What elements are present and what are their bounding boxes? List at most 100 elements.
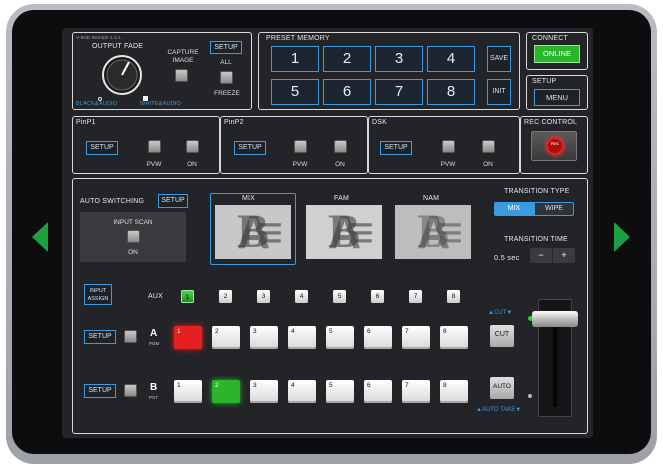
preset-2-button[interactable]: 2 [323,46,371,72]
preset-6-button[interactable]: 6 [323,79,371,105]
input-scan-on-label: ON [128,249,138,256]
fam-thumb[interactable]: B A≡ [306,205,382,259]
pinp2-on-button[interactable] [334,140,347,153]
a-bus-letter: A [150,328,158,339]
a-bus-toggle-button[interactable] [124,330,137,343]
a-bus-button-4[interactable]: 4 [288,326,316,349]
aux-button-4[interactable]: 4 [295,290,308,303]
pinp2-setup-button[interactable]: SETUP [234,141,266,155]
b-bus-button-6[interactable]: 6 [364,380,392,403]
aux-button-3[interactable]: 3 [257,290,270,303]
t-bar-bottom-led-icon [528,394,532,398]
preset-8-button[interactable]: 8 [427,79,475,105]
b-bus-button-8[interactable]: 8 [440,380,468,403]
transition-time-minus-button[interactable]: − [530,248,552,263]
pinp2-pvw-button[interactable] [294,140,307,153]
white-audio-label: WHITE&AUDIO [140,101,182,107]
transition-time-plus-button[interactable]: + [553,248,575,263]
transition-mix-button[interactable]: MIX [494,202,534,216]
pinp2-pvw-label: PVW [292,161,308,168]
preset-memory-title: PRESET MEMORY [266,35,330,42]
mix-thumb: B A≡ [215,205,291,259]
b-bus-toggle-button[interactable] [124,384,137,397]
pinp1-setup-button[interactable]: SETUP [86,141,118,155]
aux-button-8[interactable]: 8 [447,290,460,303]
input-scan-label: INPUT SCAN [113,219,153,226]
nam-thumb-label: NAM [423,195,440,202]
capture-button[interactable] [175,69,188,82]
preset-5-button[interactable]: 5 [271,79,319,105]
dsk-pvw-button[interactable] [442,140,455,153]
pinp1-pvw-label: PVW [146,161,162,168]
auto-switching-setup-button[interactable]: SETUP [158,194,188,208]
remote-screen: V-8HD Remote 1.0.1 OUTPUT FADE BLACK&AUD… [62,28,593,438]
dsk-on-label: ON [483,161,493,168]
pinp2-title: PinP2 [224,119,244,126]
aux-button-2[interactable]: 2 [219,290,232,303]
top-setup-button[interactable]: SETUP [210,41,242,54]
online-button[interactable]: ONLINE [534,45,580,63]
preset-4-button[interactable]: 4 [427,46,475,72]
rec-button[interactable]: Rec [531,131,577,161]
b-bus-button-1[interactable]: 1 [174,380,202,403]
nam-thumb-overlay-icon: A≡ [416,206,463,258]
mix-thumb-label: MIX [242,195,256,202]
aux-button-1[interactable]: 1 [181,290,194,303]
pinp1-pvw-button[interactable] [148,140,161,153]
aux-label: AUX [148,293,163,300]
freeze-button[interactable] [220,71,233,84]
input-assign-button[interactable]: INPUT ASSIGN [84,284,112,305]
auto-switching-title: AUTO SWITCHING [80,198,145,205]
b-bus-button-4[interactable]: 4 [288,380,316,403]
fam-thumb-label: FAM [334,195,349,202]
b-bus-setup-button[interactable]: SETUP [84,384,116,398]
pinp1-on-button[interactable] [186,140,199,153]
setup-menu-title: SETUP [532,78,557,85]
input-scan-button[interactable] [127,230,140,243]
nam-thumb[interactable]: B A≡ [395,205,471,259]
aux-button-6[interactable]: 6 [371,290,384,303]
previous-arrow-icon[interactable] [32,222,48,252]
save-button[interactable]: SAVE [487,46,511,72]
a-bus-button-1[interactable]: 1 [174,326,202,349]
a-bus-button-5[interactable]: 5 [326,326,354,349]
connect-title: CONNECT [532,35,569,42]
preset-3-button[interactable]: 3 [375,46,423,72]
transition-wipe-button[interactable]: WIPE [534,202,574,216]
b-bus-sub: PST [149,395,158,400]
transition-time-value: 0.5 sec [494,253,520,262]
b-bus-button-3[interactable]: 3 [250,380,278,403]
dsk-setup-button[interactable]: SETUP [380,141,412,155]
b-bus-button-2[interactable]: 2 [212,380,240,403]
a-bus-button-6[interactable]: 6 [364,326,392,349]
aux-button-7[interactable]: 7 [409,290,422,303]
a-bus-button-3[interactable]: 3 [250,326,278,349]
a-bus-button-7[interactable]: 7 [402,326,430,349]
aux-button-5[interactable]: 5 [333,290,346,303]
menu-button[interactable]: MENU [534,89,580,106]
a-bus-button-2[interactable]: 2 [212,326,240,349]
dsk-title: DSK [372,119,387,126]
b-bus-letter: B [150,382,158,393]
rec-indicator-icon [546,137,564,155]
pinp2-on-label: ON [335,161,345,168]
next-arrow-icon[interactable] [614,222,630,252]
a-bus-button-8[interactable]: 8 [440,326,468,349]
preset-7-button[interactable]: 7 [375,79,423,105]
b-bus-button-7[interactable]: 7 [402,380,430,403]
b-bus-button-5[interactable]: 5 [326,380,354,403]
transition-type-title: TRANSITION TYPE [504,188,570,195]
a-bus-setup-button[interactable]: SETUP [84,330,116,344]
a-bus-sub: PGM [149,341,160,346]
preset-1-button[interactable]: 1 [271,46,319,72]
t-bar-handle[interactable] [532,311,578,327]
cut-button[interactable]: CUT [490,325,514,347]
pinp1-title: PinP1 [76,119,96,126]
rec-control-title: REC CONTROL [524,119,578,126]
auto-button[interactable]: AUTO [490,377,514,399]
dsk-on-button[interactable] [482,140,495,153]
init-button[interactable]: INIT [487,79,511,105]
pinp1-on-label: ON [187,161,197,168]
black-audio-label: BLACK&AUDIO [76,101,118,107]
output-fade-knob[interactable] [98,52,146,98]
